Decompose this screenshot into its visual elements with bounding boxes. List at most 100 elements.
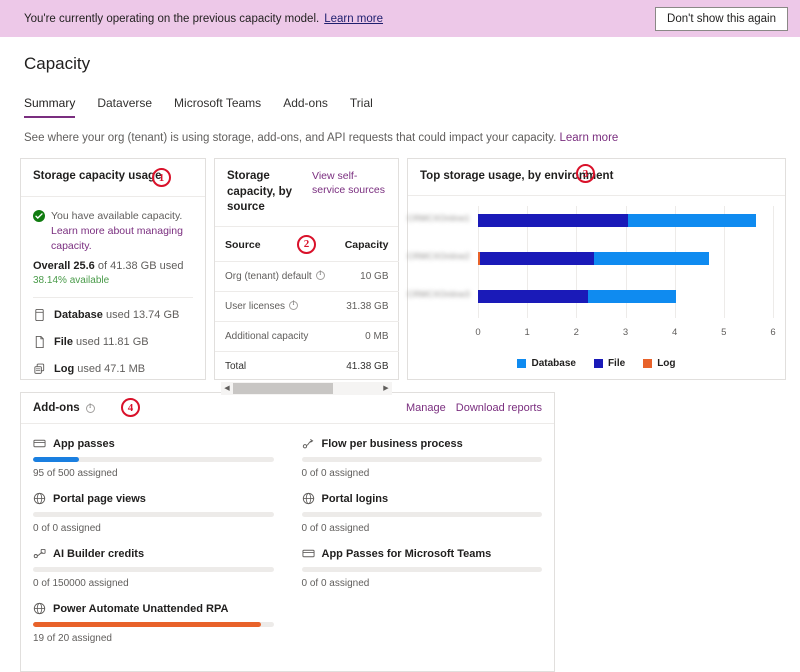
scroll-right-arrow-icon[interactable]: ▶ — [380, 384, 392, 392]
tab-trial[interactable]: Trial — [350, 96, 373, 118]
chart-legend: Database File Log — [408, 358, 785, 369]
legend-label-file: File — [607, 357, 626, 369]
cell-source-org-default: Org (tenant) default — [215, 261, 335, 292]
manage-link[interactable]: Manage — [406, 402, 446, 414]
top-storage-by-environment-card: Top storage usage, by environment 3 0 1 2 3… — [407, 158, 786, 380]
add-on-name: App Passes for Microsoft Teams — [321, 547, 492, 560]
add-ons-header-links: Manage Download reports — [406, 402, 542, 414]
description-learn-more-link[interactable]: Learn more — [559, 132, 618, 144]
add-on-progress-track — [33, 457, 274, 462]
overall-suffix: of 41.38 GB used — [97, 259, 184, 272]
add-on-title: AI Builder credits — [33, 547, 274, 560]
summary-cards-row: Storage capacity usage 1 You have availa… — [20, 158, 800, 395]
app-pass-icon — [33, 437, 46, 450]
chart-bar-row[interactable]: CRMCXOnline3 — [407, 289, 773, 303]
add-on-assigned-caption: 19 of 20 assigned — [33, 633, 112, 644]
callout-badge-3: 3 — [576, 164, 595, 183]
flow-icon — [302, 437, 315, 450]
breakdown-row-file: File used 11.81 GB — [33, 335, 193, 349]
add-on-name: Portal page views — [53, 492, 146, 505]
cell-source-user-licenses: User licenses — [215, 291, 335, 322]
add-on-item: Portal page views 0 of 0 assigned — [33, 492, 274, 534]
cell-capacity-additional: 0 MB — [334, 321, 399, 352]
tab-add-ons[interactable]: Add-ons — [283, 96, 328, 118]
available-capacity-note: You have available capacity. Learn more … — [33, 209, 193, 255]
add-on-title: App passes — [33, 437, 274, 450]
info-icon[interactable] — [315, 269, 325, 280]
tab-dataverse[interactable]: Dataverse — [97, 96, 152, 118]
source-label-0: Org (tenant) default — [225, 270, 312, 282]
storage-chart: 0 1 2 3 4 5 6 CRMCXOnline1 CRMCXOnline2 CRMCXOnli… — [407, 196, 785, 356]
storage-capacity-usage-card: Storage capacity usage 1 You have availa… — [20, 158, 206, 380]
overall-value: 25.6 — [73, 259, 95, 272]
add-on-assigned-caption: 0 of 0 assigned — [301, 468, 370, 479]
add-on-title: Power Automate Unattended RPA — [33, 602, 274, 615]
legend-item-file[interactable]: File — [593, 357, 626, 369]
view-self-service-sources-link[interactable]: View self-service sources — [312, 169, 386, 197]
chart-bar-segment-database[interactable] — [628, 213, 757, 227]
by-source-card-header: Storage capacity, by source View self-se… — [215, 159, 398, 227]
status-message: You have available capacity. — [51, 210, 183, 222]
manage-capacity-link[interactable]: Learn more about managing capacity. — [51, 225, 183, 252]
scrollbar-track[interactable] — [233, 382, 380, 394]
add-on-item: App passes 95 of 500 assigned — [33, 437, 274, 479]
storage-usage-card-body: You have available capacity. Learn more … — [21, 197, 205, 376]
scrollbar-thumb[interactable] — [233, 382, 333, 394]
table-row: User licenses 31.38 GB — [215, 291, 399, 322]
page-title: Capacity — [24, 54, 91, 73]
banner-text: You're currently operating on the previo… — [24, 12, 320, 25]
breakdown-value-database: used 13.74 GB — [105, 308, 180, 321]
breakdown-label-log: Log — [54, 362, 75, 375]
add-on-item: Power Automate Unattended RPA 19 of 20 as… — [33, 602, 274, 644]
add-on-progress-track — [33, 567, 274, 572]
chart-bar-segment-database[interactable] — [587, 289, 677, 303]
info-icon[interactable] — [85, 402, 95, 413]
storage-by-source-card: Storage capacity, by source View self-se… — [214, 158, 399, 395]
add-on-progress-track — [33, 622, 274, 627]
chart-bar-row[interactable]: CRMCXOnline1 — [407, 213, 773, 227]
cell-source-additional: Additional capacity — [215, 321, 335, 352]
storage-usage-card-header: Storage capacity usage 1 — [21, 159, 205, 197]
chart-bar-segment-file[interactable] — [480, 251, 594, 265]
add-on-item: App Passes for Microsoft Teams 0 of 0 ass… — [301, 547, 542, 589]
chart-bar-segment-file[interactable] — [478, 213, 629, 227]
legend-item-log[interactable]: Log — [643, 358, 676, 369]
chart-bar-row[interactable]: CRMCXOnline2 — [407, 251, 773, 265]
breakdown-row-database: Database used 13.74 GB — [33, 308, 193, 322]
tab-bar: Summary Dataverse Microsoft Teams Add-on… — [24, 96, 800, 118]
download-reports-link[interactable]: Download reports — [456, 402, 542, 414]
tab-summary[interactable]: Summary — [24, 96, 76, 118]
add-ons-card-title: Add-ons — [33, 402, 80, 414]
banner-learn-more-link[interactable]: Learn more — [324, 13, 383, 25]
ai-builder-icon — [33, 547, 46, 560]
column-header-capacity: Capacity — [334, 226, 399, 262]
legend-swatch-file — [593, 358, 603, 368]
add-on-assigned-caption: 95 of 500 assigned — [33, 468, 118, 479]
scroll-left-arrow-icon[interactable]: ◀ — [221, 384, 233, 392]
check-circle-icon — [33, 210, 45, 222]
chart-bar-segment-database[interactable] — [593, 251, 710, 265]
chart-x-tick-label: 5 — [721, 326, 727, 338]
chart-x-tick-label: 3 — [622, 326, 629, 338]
add-on-progress-fill — [33, 457, 79, 462]
breakdown-row-log: Log used 47.1 MB — [33, 362, 193, 376]
cell-capacity-user-licenses: 31.38 GB — [334, 291, 399, 322]
info-icon[interactable] — [289, 299, 299, 310]
breakdown-label-file: File — [54, 335, 73, 348]
tab-microsoft-teams[interactable]: Microsoft Teams — [174, 96, 261, 118]
chart-category-label: CRMCXOnline2 — [407, 250, 470, 261]
overall-label: Overall — [33, 259, 71, 272]
globe-icon — [302, 492, 315, 505]
table-row: Additional capacity 0 MB — [215, 321, 399, 352]
dont-show-again-button[interactable]: Don't show this again — [655, 6, 788, 31]
table-row: Org (tenant) default 10 GB — [215, 261, 399, 292]
callout-badge-1: 1 — [152, 168, 171, 187]
cell-capacity-total: 41.38 GB — [346, 360, 389, 372]
legend-item-database[interactable]: Database — [517, 358, 576, 369]
card1-divider — [33, 296, 193, 298]
chart-bar-segment-file[interactable] — [478, 289, 588, 303]
table-row-total: Total 41.38 GB — [215, 351, 399, 381]
storage-breakdown-list: Database used 13.74 GB File used 11.81 G… — [33, 308, 193, 376]
globe-icon — [33, 602, 46, 615]
column-header-source: Source — [215, 226, 335, 262]
